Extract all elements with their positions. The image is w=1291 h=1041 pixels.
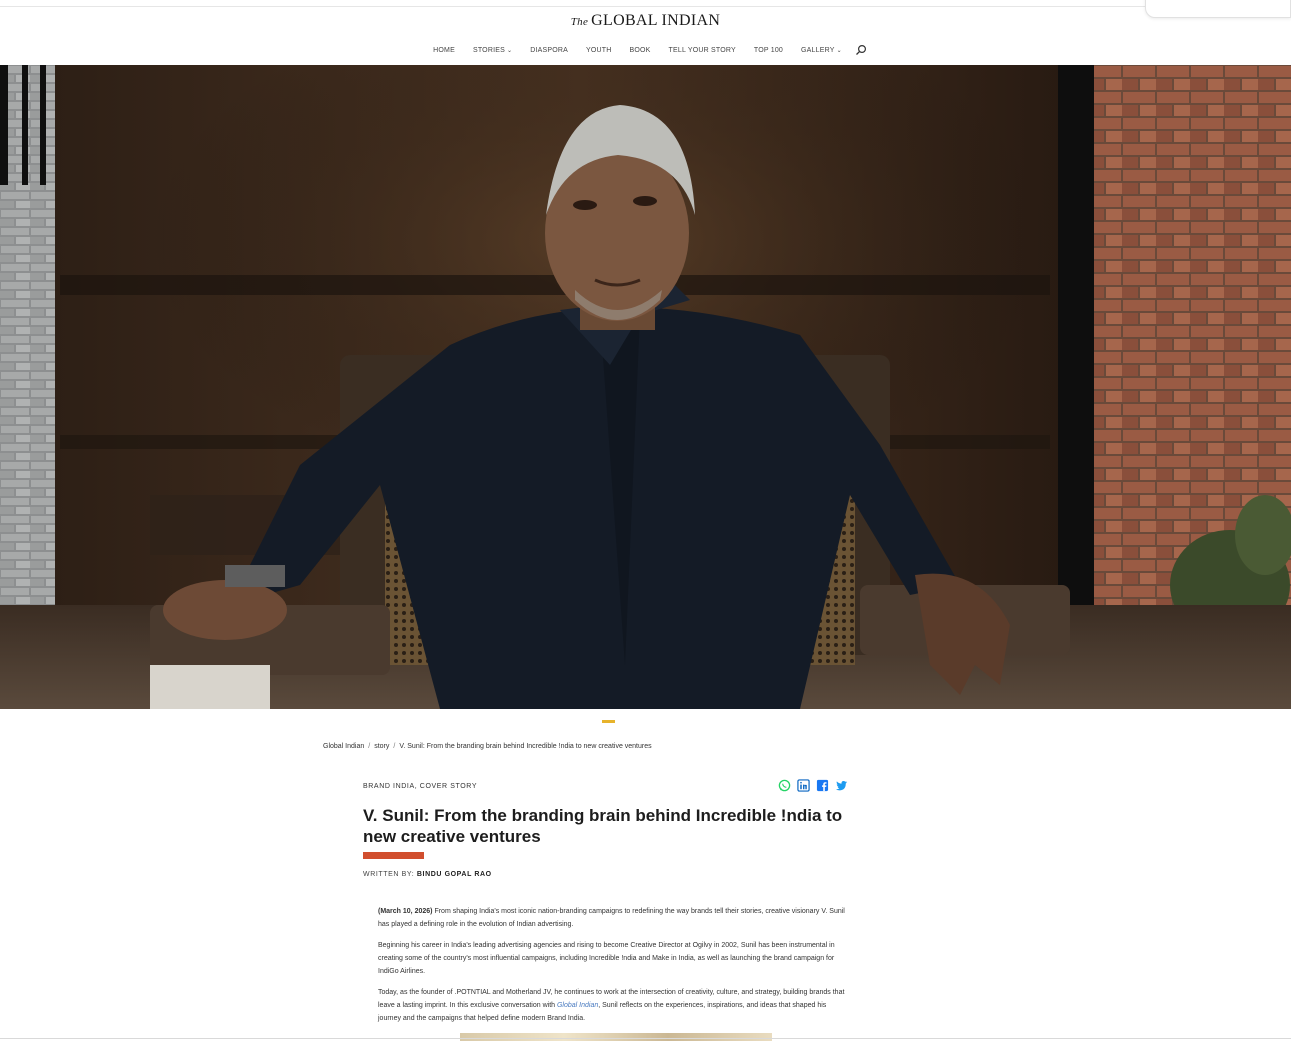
search-icon[interactable]: [855, 44, 867, 56]
breadcrumb-separator: /: [393, 743, 396, 750]
nav-label: STORIES: [472, 46, 505, 54]
linkedin-icon[interactable]: [797, 779, 810, 792]
nav-item-home[interactable]: HOME: [433, 47, 455, 54]
article-inline-image: [460, 1033, 772, 1041]
accent-bar: [602, 720, 615, 723]
paragraph-text: From shaping India's most iconic nation-…: [378, 908, 845, 928]
main-nav: HOME STORIES ⌄ DIASPORA YOUTH BOOK TELL Y…: [0, 44, 1291, 56]
nav-item-gallery[interactable]: GALLERY ⌄: [801, 47, 842, 54]
nav-label: BOOK: [629, 46, 651, 54]
title-underline: [363, 852, 424, 859]
viewport-bottom-border: [0, 1038, 1291, 1039]
nav-item-diaspora[interactable]: DIASPORA: [530, 47, 568, 54]
nav-item-tell-your-story[interactable]: TELL YOUR STORY: [669, 47, 736, 54]
logo-the: The: [570, 16, 589, 28]
twitter-icon[interactable]: [835, 779, 848, 792]
article-body: (March 10, 2026) From shaping India's mo…: [378, 905, 846, 1033]
article-byline: WRITTEN BY: BINDU GOPAL RAO: [363, 871, 492, 878]
article-title: V. Sunil: From the branding brain behind…: [363, 806, 843, 846]
nav-label: TOP 100: [753, 46, 784, 54]
article-paragraph: Today, as the founder of .POTNTIAL and M…: [378, 986, 846, 1025]
header-divider: [0, 6, 1291, 7]
site-logo[interactable]: The GLOBAL INDIAN: [0, 12, 1291, 30]
chevron-down-icon: ⌄: [506, 47, 513, 54]
facebook-icon[interactable]: [816, 779, 829, 792]
whatsapp-icon[interactable]: [778, 779, 791, 792]
article-paragraph: Beginning his career in India's leading …: [378, 939, 846, 978]
breadcrumb: Global Indian / story / V. Sunil: From t…: [323, 743, 652, 750]
nav-label: GALLERY: [801, 46, 835, 54]
nav-item-book[interactable]: BOOK: [630, 47, 651, 54]
breadcrumb-current: V. Sunil: From the branding brain behind…: [399, 743, 652, 750]
byline-prefix: WRITTEN BY:: [363, 871, 415, 878]
nav-label: HOME: [433, 46, 455, 54]
nav-label: YOUTH: [586, 46, 612, 54]
article-categories[interactable]: BRAND INDIA, COVER STORY: [363, 783, 477, 790]
logo-text: GLOBAL INDIAN: [591, 12, 721, 29]
breadcrumb-story-link[interactable]: story: [374, 743, 389, 750]
chevron-down-icon: ⌄: [836, 47, 842, 54]
paragraph-text: Beginning his career in India's leading …: [378, 942, 835, 975]
article-paragraph: (March 10, 2026) From shaping India's mo…: [378, 905, 846, 931]
share-bar: [778, 779, 848, 792]
author-link[interactable]: BINDU GOPAL RAO: [417, 871, 492, 878]
nav-label: TELL YOUR STORY: [668, 46, 736, 54]
nav-item-stories[interactable]: STORIES ⌄: [473, 47, 512, 54]
nav-item-top-100[interactable]: TOP 100: [754, 47, 783, 54]
portrait-photo: [0, 65, 1291, 709]
article-date: (March 10, 2026): [378, 908, 433, 915]
breadcrumb-home-link[interactable]: Global Indian: [323, 743, 364, 750]
hero-image: [0, 65, 1291, 709]
global-indian-link[interactable]: Global Indian: [557, 1002, 598, 1009]
nav-label: DIASPORA: [530, 46, 568, 54]
nav-item-youth[interactable]: YOUTH: [586, 47, 612, 54]
breadcrumb-separator: /: [368, 743, 371, 750]
